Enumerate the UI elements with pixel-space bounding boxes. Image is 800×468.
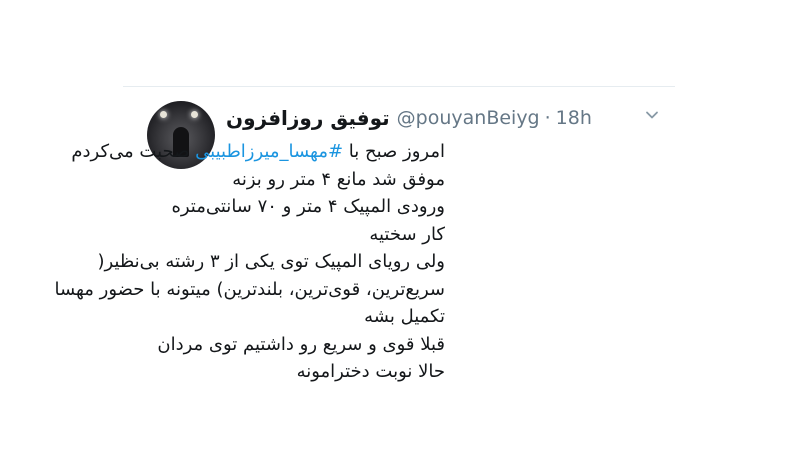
chevron-down-icon[interactable]: [645, 108, 659, 122]
tweet-line-9: حالا نوبت دخترامونه: [296, 361, 445, 382]
tweet-line-5: ولی رویای المپیک توی یکی از ۳ رشته بی‌نظ…: [97, 251, 445, 272]
tweet-header: توفیق روزافزون @pouyanBeiyg · 18h: [226, 103, 592, 133]
user-handle[interactable]: @pouyanBeiyg: [397, 107, 540, 129]
tweet-text: امروز صبح با #مهسا_میرزاطبیبی صحبت می‌کر…: [54, 138, 445, 386]
tweet-line-4: کار سختیه: [369, 223, 445, 245]
tweet-line-1-start: امروز صبح با: [343, 141, 445, 162]
tweet-line-1-end: صحبت می‌کردم: [71, 141, 196, 162]
tweet-line-3: ورودی المپیک ۴ متر و ۷۰ سانتی‌متره: [171, 196, 445, 217]
tweet-divider: [123, 86, 675, 87]
header-separator: ·: [544, 107, 551, 129]
tweet-line-2: موفق شد مانع ۴ متر رو بزنه: [232, 168, 445, 190]
tweet-line-8: قبلا قوی و سریع رو داشتیم توی مردان: [157, 333, 445, 355]
hashtag-link[interactable]: #مهسا_میرزاطبیبی: [195, 141, 343, 162]
tweet-line-1: امروز صبح با #مهسا_میرزاطبیبی صحبت می‌کر…: [71, 138, 445, 166]
tweet-card[interactable]: توفیق روزافزون @pouyanBeiyg · 18h امروز …: [54, 88, 675, 388]
timestamp[interactable]: 18h: [556, 107, 592, 129]
avatar-light-left: [160, 111, 167, 118]
avatar-light-right: [191, 111, 198, 118]
tweet-line-7: تکمیل بشه: [364, 306, 445, 327]
display-name[interactable]: توفیق روزافزون: [226, 106, 390, 130]
tweet-line-6: سریع‌ترین، قوی‌ترین، بلندترین) میتونه با…: [54, 278, 445, 300]
